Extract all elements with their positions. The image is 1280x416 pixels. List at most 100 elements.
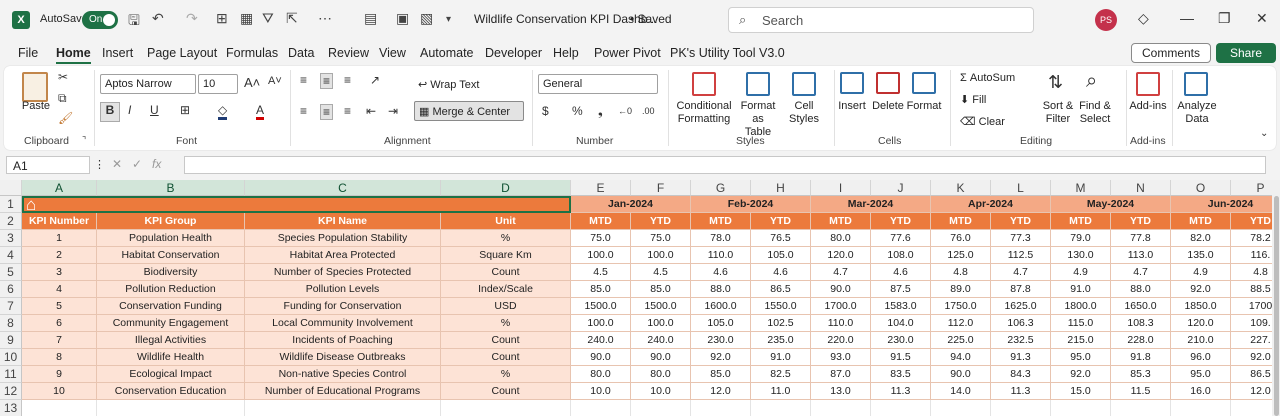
copy-icon[interactable]: ⧉ <box>58 91 67 106</box>
value-cell[interactable]: 235.0 <box>751 332 811 349</box>
value-cell[interactable]: 93.0 <box>811 349 871 366</box>
kpi-group-cell[interactable]: Biodiversity <box>97 264 245 281</box>
empty-cell[interactable] <box>751 400 811 416</box>
clipboard-launcher-icon[interactable]: ⌝ <box>82 135 86 146</box>
value-cell[interactable]: 240.0 <box>571 332 631 349</box>
value-cell[interactable]: 85.3 <box>1111 366 1171 383</box>
conditional-formatting-button[interactable]: Conditional Formatting <box>672 100 736 126</box>
kpi-group-cell[interactable]: Conservation Education <box>97 383 245 400</box>
row-header[interactable]: 1 <box>0 196 22 213</box>
row-header[interactable]: 13 <box>0 400 22 416</box>
value-cell[interactable]: 135.0 <box>1171 247 1231 264</box>
empty-cell[interactable] <box>631 400 691 416</box>
ytd-header[interactable]: YTD <box>871 213 931 230</box>
value-cell[interactable]: 220.0 <box>811 332 871 349</box>
decrease-decimal-icon[interactable]: .00 <box>642 106 655 116</box>
tab-help[interactable]: Help <box>553 46 579 60</box>
value-cell[interactable]: 4.6 <box>871 264 931 281</box>
kpi-number-cell[interactable]: 3 <box>22 264 97 281</box>
value-cell[interactable]: 1583.0 <box>871 298 931 315</box>
increase-indent-icon[interactable]: ⇥ <box>388 104 398 118</box>
value-cell[interactable]: 77.8 <box>1111 230 1171 247</box>
increase-font-icon[interactable]: A˄ <box>244 75 260 90</box>
value-cell[interactable]: 90.0 <box>811 281 871 298</box>
add-ins-button[interactable]: Add-ins <box>1128 100 1168 113</box>
column-header[interactable]: A <box>22 180 97 196</box>
value-cell[interactable]: 95.0 <box>1171 366 1231 383</box>
tab-home[interactable]: Home <box>56 46 91 64</box>
unit-cell[interactable]: Count <box>441 332 571 349</box>
value-cell[interactable]: 1800.0 <box>1051 298 1111 315</box>
kpi-name-cell[interactable]: Number of Educational Programs <box>245 383 441 400</box>
value-cell[interactable]: 86.5 <box>1231 366 1272 383</box>
value-cell[interactable]: 14.0 <box>931 383 991 400</box>
empty-cell[interactable] <box>691 400 751 416</box>
row-header[interactable]: 6 <box>0 281 22 298</box>
value-cell[interactable]: 87.0 <box>811 366 871 383</box>
cell-styles-button[interactable]: Cell Styles <box>784 100 824 126</box>
value-cell[interactable]: 12.0 <box>1231 383 1272 400</box>
value-cell[interactable]: 215.0 <box>1051 332 1111 349</box>
value-cell[interactable]: 120.0 <box>1171 315 1231 332</box>
kpi-column-header[interactable]: KPI Group <box>97 213 245 230</box>
value-cell[interactable]: 95.0 <box>1051 349 1111 366</box>
mtd-header[interactable]: MTD <box>691 213 751 230</box>
value-cell[interactable]: 1550.0 <box>751 298 811 315</box>
saved-status[interactable]: • Saved <box>630 12 672 26</box>
tab-insert[interactable]: Insert <box>102 46 133 60</box>
format-as-table-button[interactable]: Format as Table <box>734 100 782 139</box>
value-cell[interactable]: 90.0 <box>571 349 631 366</box>
empty-cell[interactable] <box>811 400 871 416</box>
unit-cell[interactable]: % <box>441 366 571 383</box>
value-cell[interactable]: 12.0 <box>691 383 751 400</box>
format-painter-icon[interactable]: 🖌 <box>58 111 73 125</box>
align-top-icon[interactable]: ≡ <box>300 73 307 87</box>
value-cell[interactable]: 83.5 <box>871 366 931 383</box>
kpi-column-header[interactable]: KPI Number <box>22 213 97 230</box>
table-icon[interactable]: ▦ <box>240 10 253 27</box>
value-cell[interactable]: 130.0 <box>1051 247 1111 264</box>
increase-decimal-icon[interactable]: ←0 <box>618 106 632 116</box>
avatar[interactable]: PS <box>1095 9 1117 31</box>
column-header[interactable]: C <box>245 180 441 196</box>
analyze-data-button[interactable]: Analyze Data <box>1176 100 1218 126</box>
column-header[interactable]: B <box>97 180 245 196</box>
close-icon[interactable]: ✕ <box>1256 10 1268 27</box>
value-cell[interactable]: 100.0 <box>631 315 691 332</box>
column-header[interactable]: D <box>441 180 571 196</box>
value-cell[interactable]: 1650.0 <box>1111 298 1171 315</box>
font-size-select[interactable]: 10 <box>198 74 238 94</box>
value-cell[interactable]: 92.0 <box>1051 366 1111 383</box>
value-cell[interactable]: 113.0 <box>1111 247 1171 264</box>
kpi-group-cell[interactable]: Population Health <box>97 230 245 247</box>
value-cell[interactable]: 78.2 <box>1231 230 1272 247</box>
empty-cell[interactable] <box>441 400 571 416</box>
row-header[interactable]: 3 <box>0 230 22 247</box>
kpi-group-cell[interactable]: Pollution Reduction <box>97 281 245 298</box>
value-cell[interactable]: 89.0 <box>931 281 991 298</box>
unit-cell[interactable]: Index/Scale <box>441 281 571 298</box>
grid-icon[interactable]: ▤ <box>364 10 377 27</box>
ytd-header[interactable]: YTD <box>631 213 691 230</box>
kpi-name-cell[interactable]: Species Population Stability <box>245 230 441 247</box>
spreadsheet-grid[interactable]: A B C D E F G H I J K L M N O P 1 2 3 4 5 6 7 8 9 10 11 12 13 ⌂ Jan-20… <box>0 180 1272 416</box>
value-cell[interactable]: 232.5 <box>991 332 1051 349</box>
value-cell[interactable]: 105.0 <box>691 315 751 332</box>
value-cell[interactable]: 88.5 <box>1231 281 1272 298</box>
value-cell[interactable]: 86.5 <box>751 281 811 298</box>
find-select-button[interactable]: Find & Select <box>1072 100 1118 126</box>
value-cell[interactable]: 120.0 <box>811 247 871 264</box>
ytd-header[interactable]: YTD <box>1111 213 1171 230</box>
value-cell[interactable]: 92.0 <box>691 349 751 366</box>
kpi-name-cell[interactable]: Habitat Area Protected <box>245 247 441 264</box>
value-cell[interactable]: 77.3 <box>991 230 1051 247</box>
formula-input[interactable] <box>184 156 1266 174</box>
value-cell[interactable]: 87.5 <box>871 281 931 298</box>
cancel-icon[interactable]: ✕ <box>112 157 122 171</box>
tab-automate[interactable]: Automate <box>420 46 474 60</box>
value-cell[interactable]: 92.0 <box>1171 281 1231 298</box>
ytd-header[interactable]: YTD <box>1231 213 1272 230</box>
value-cell[interactable]: 104.0 <box>871 315 931 332</box>
insert-cells-button[interactable]: Insert <box>836 100 868 113</box>
value-cell[interactable]: 106.3 <box>991 315 1051 332</box>
